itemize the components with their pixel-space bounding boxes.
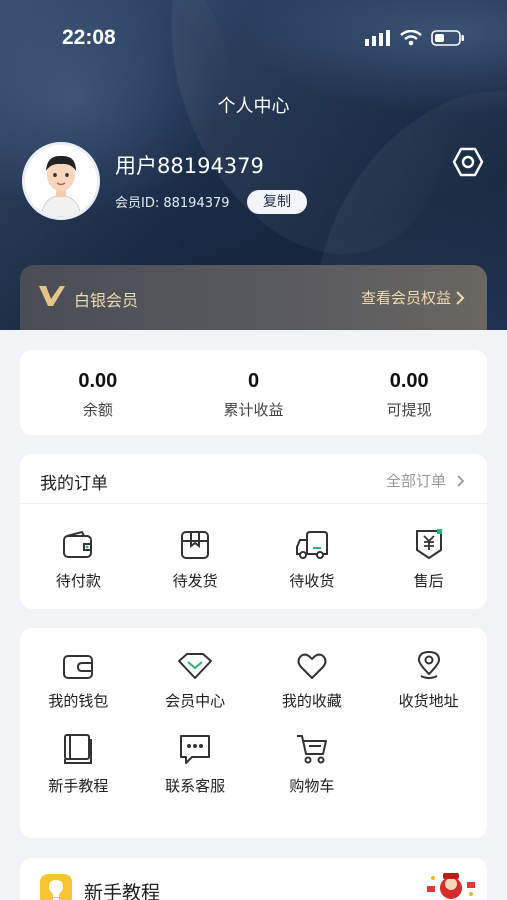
tool-label: 新手教程 <box>48 777 109 795</box>
tool-shipping-address[interactable]: 收货地址 <box>370 644 487 711</box>
tool-customer-service[interactable]: 联系客服 <box>137 729 254 796</box>
tool-beginner-tutorial[interactable]: 新手教程 <box>20 729 137 796</box>
order-item-label: 待发货 <box>172 572 218 590</box>
order-pending-shipment[interactable]: 待发货 <box>137 524 254 591</box>
settings-button[interactable] <box>451 145 485 179</box>
order-item-label: 待收货 <box>289 572 335 590</box>
stat-label: 可提现 <box>386 401 432 419</box>
battery-icon <box>431 30 464 46</box>
fortune-god-decoration-icon <box>427 873 475 899</box>
status-time: 22:08 <box>62 26 116 49</box>
view-benefits-label: 查看会员权益 <box>360 289 451 307</box>
tool-label: 会员中心 <box>165 692 226 710</box>
avatar-illustration-icon <box>25 145 97 217</box>
chat-bubble-icon <box>180 735 211 764</box>
tool-label: 我的收藏 <box>281 692 342 710</box>
orders-title: 我的订单 <box>40 474 108 494</box>
stat-label: 余额 <box>82 401 113 419</box>
signal-icon <box>365 30 390 46</box>
tool-label: 我的钱包 <box>48 692 109 710</box>
beginner-tutorial-section[interactable]: 新手教程 <box>20 858 487 900</box>
order-item-label: 售后 <box>413 572 444 590</box>
tutorial-title: 新手教程 <box>84 882 161 900</box>
tool-label: 购物车 <box>289 777 335 795</box>
chevron-right-icon <box>456 290 465 305</box>
tool-label: 收货地址 <box>398 692 459 710</box>
location-pin-icon <box>417 650 440 679</box>
book-icon <box>64 734 93 764</box>
order-pending-receipt[interactable]: 待收货 <box>254 524 371 591</box>
tools-card: 我的钱包 会员中心 我的收藏 收货地址 新手教程 联系客服 购物车 <box>20 628 487 838</box>
member-id: 会员ID: 88194379 <box>115 196 230 211</box>
orders-header: 我的订单 全部订单 <box>20 454 487 504</box>
vip-membership-bar[interactable]: 白银会员 查看会员权益 <box>20 265 487 330</box>
all-orders-label: 全部订单 <box>385 472 446 490</box>
tool-my-wallet[interactable]: 我的钱包 <box>20 644 137 711</box>
view-benefits-link[interactable]: 查看会员权益 <box>361 287 465 308</box>
page-title: 个人中心 <box>217 96 290 117</box>
tool-my-favorites[interactable]: 我的收藏 <box>254 644 371 711</box>
chevron-right-icon <box>457 474 465 487</box>
stat-value: 0 <box>247 370 260 392</box>
vip-level-label: 白银会员 <box>74 291 139 310</box>
tool-label: 联系客服 <box>165 777 226 795</box>
stat-value: 0.00 <box>78 370 118 392</box>
refund-icon <box>415 529 442 559</box>
order-item-label: 待付款 <box>55 572 101 590</box>
wifi-icon <box>400 30 422 46</box>
order-after-sales[interactable]: 售后 <box>370 524 487 591</box>
copy-id-button[interactable]: 复制 <box>247 190 307 214</box>
avatar[interactable] <box>22 142 100 220</box>
stat-withdrawable[interactable]: 0.00 可提现 <box>331 350 487 435</box>
stat-total-earnings[interactable]: 0 累计收益 <box>176 350 332 435</box>
all-orders-link[interactable]: 全部订单 <box>386 470 465 491</box>
diamond-icon <box>178 653 213 679</box>
my-orders-card: 我的订单 全部订单 待付款 待发货 待收货 售后 <box>20 454 487 609</box>
balance-stats-card: 0.00 余额 0 累计收益 0.00 可提现 <box>20 350 487 435</box>
tool-shopping-cart[interactable]: 购物车 <box>254 729 371 796</box>
order-pending-payment[interactable]: 待付款 <box>20 524 137 591</box>
stat-label: 累计收益 <box>223 401 284 419</box>
settings-icon <box>452 147 484 177</box>
wallet-card-icon <box>63 655 94 679</box>
stat-balance[interactable]: 0.00 余额 <box>20 350 176 435</box>
stat-value: 0.00 <box>389 370 429 392</box>
vip-badge-icon <box>39 286 65 306</box>
truck-icon <box>295 531 328 559</box>
tool-member-center[interactable]: 会员中心 <box>137 644 254 711</box>
status-bar: 22:08 <box>0 24 507 54</box>
lightbulb-icon <box>40 874 72 900</box>
package-icon <box>181 531 210 559</box>
heart-icon <box>297 653 327 679</box>
username: 用户88194379 <box>115 154 264 178</box>
tool-empty-slot <box>370 729 487 796</box>
cart-icon <box>296 735 327 764</box>
wallet-icon <box>63 530 93 558</box>
